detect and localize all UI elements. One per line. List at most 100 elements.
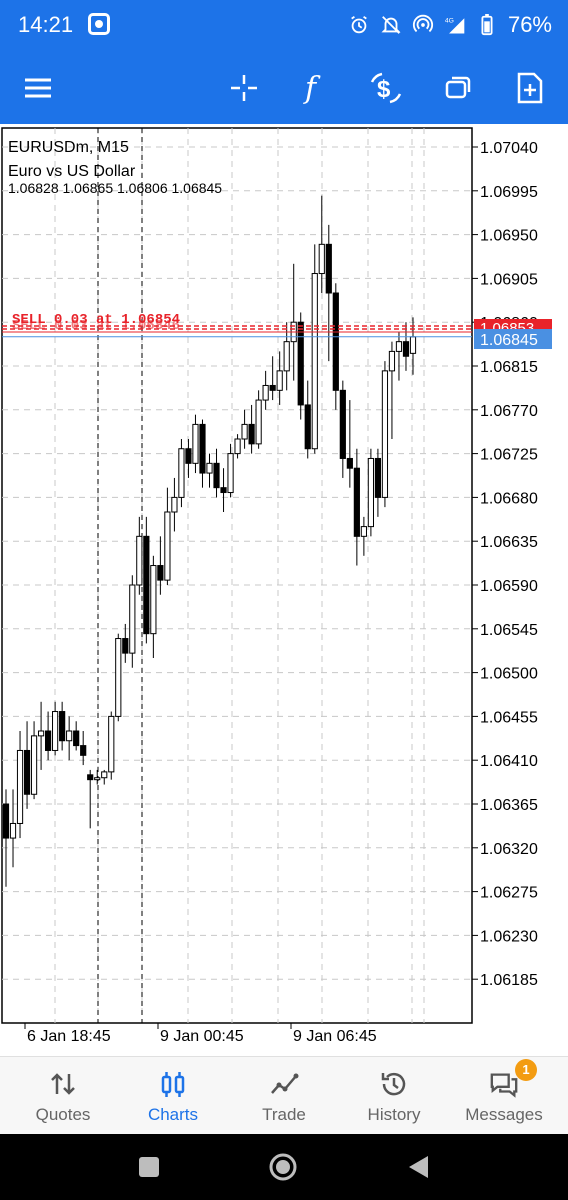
price-level-label: 1.06815: [480, 359, 538, 376]
candle: [381, 361, 389, 508]
candle: [66, 716, 73, 761]
crosshair-button[interactable]: [226, 70, 262, 106]
status-icons: 4G 76%: [348, 10, 552, 40]
price-level-label: 1.06950: [480, 228, 538, 245]
price-level-label: 1.06770: [480, 403, 538, 420]
time-label: 9 Jan 06:45: [293, 1028, 377, 1045]
price-chart[interactable]: 1.070401.069951.069501.069051.068601.068…: [0, 124, 568, 1056]
price-level-label: 1.06905: [480, 271, 538, 288]
new-chart-button[interactable]: [512, 70, 548, 106]
candle: [185, 439, 192, 478]
new-order-button[interactable]: $: [368, 70, 404, 106]
order-label-overlap[interactable]: SELL 0.03 at 1.06846: [12, 318, 180, 334]
battery-icon: [481, 14, 493, 36]
ohlc-values: 1.06828 1.06865 1.06806 1.06845: [8, 180, 222, 196]
svg-text:$: $: [377, 76, 391, 103]
candle: [94, 769, 101, 785]
function-icon: f: [303, 72, 321, 104]
status-time: 14:21: [18, 12, 74, 37]
hamburger-icon: [25, 78, 51, 98]
trade-dollar-icon: $: [370, 72, 402, 104]
crosshair-icon: [231, 75, 257, 101]
price-level-label: 1.06230: [480, 928, 538, 945]
messages-chat-icon: [490, 1073, 518, 1098]
bottom-navigation: Quotes Charts Trade History 1 Messages: [0, 1056, 568, 1134]
bid-price-label: 1.06845: [480, 332, 538, 349]
nav-charts[interactable]: Charts: [118, 1057, 228, 1135]
menu-button[interactable]: [20, 70, 56, 106]
candle: [192, 414, 199, 474]
candle: [220, 468, 227, 512]
candle: [367, 448, 374, 537]
messages-badge: 1: [515, 1059, 537, 1081]
candle: [360, 516, 367, 556]
price-level-label: 1.06545: [480, 622, 538, 639]
app-notification-icon: [88, 13, 110, 35]
price-level-label: 1.06725: [480, 447, 538, 464]
candle: [374, 448, 382, 517]
time-axis: 6 Jan 18:45 9 Jan 00:45 9 Jan 06:45: [24, 1023, 377, 1045]
nav-history[interactable]: History: [339, 1057, 449, 1135]
candle: [339, 380, 346, 478]
candle: [101, 769, 108, 785]
nav-trade[interactable]: Trade: [229, 1057, 339, 1135]
candle: [23, 721, 31, 809]
nav-messages-label: Messages: [465, 1105, 543, 1124]
status-bar: 14:21 4G 76%: [0, 0, 568, 52]
candle: [150, 555, 157, 658]
candle: [311, 244, 318, 454]
candle: [115, 633, 122, 722]
candle: [87, 769, 94, 829]
candle: [199, 419, 206, 488]
grid: [1, 127, 473, 1024]
candle: [59, 701, 66, 751]
candle: [206, 453, 213, 488]
symbol-timeframe: EURUSDm, M15: [8, 139, 129, 156]
trade-line-icon: [271, 1073, 299, 1094]
price-axis: 1.070401.069951.069501.069051.068601.068…: [472, 140, 538, 989]
candle: [248, 404, 255, 454]
chart-toolbar: f $: [0, 52, 568, 124]
candle: [45, 711, 52, 761]
nav-history-label: History: [367, 1105, 421, 1124]
price-level-label: 1.06635: [480, 534, 538, 551]
signal-icon: 4G: [445, 17, 465, 34]
nav-charts-label: Charts: [147, 1105, 199, 1124]
price-level-label: 1.06590: [480, 578, 538, 595]
candle: [346, 400, 353, 488]
candle: [262, 370, 269, 410]
indicators-button[interactable]: f: [296, 70, 332, 106]
candle: [9, 789, 17, 868]
svg-text:f: f: [303, 72, 321, 104]
home-circle-icon[interactable]: [268, 1152, 298, 1182]
battery-level: 76%: [507, 12, 552, 37]
hotspot-icon: [412, 14, 434, 33]
candle: [290, 263, 297, 381]
price-level-label: 1.06275: [480, 885, 538, 902]
price-level-label: 1.07040: [480, 140, 538, 157]
price-level-label: 1.06185: [480, 972, 538, 989]
candle: [108, 711, 115, 780]
network-type: 4G: [445, 17, 454, 24]
chart-area[interactable]: 1.070401.069951.069501.069051.068601.068…: [0, 124, 568, 1056]
candle: [353, 448, 360, 566]
time-label: 9 Jan 00:45: [160, 1028, 244, 1045]
candle: [332, 283, 339, 410]
templates-button[interactable]: [440, 70, 476, 106]
candle: [213, 448, 220, 498]
recents-square-icon[interactable]: [134, 1152, 164, 1182]
candle: [136, 516, 143, 595]
plot-frame: [1, 127, 473, 1024]
candlestick-chart-icon: [161, 1072, 185, 1097]
candle: [122, 623, 129, 663]
nav-trade-label: Trade: [262, 1105, 306, 1124]
candle: [171, 477, 178, 532]
candle: [269, 356, 276, 401]
candle: [157, 536, 164, 595]
candle: [241, 409, 248, 449]
back-triangle-icon[interactable]: [404, 1152, 434, 1182]
candle: [178, 439, 185, 508]
nav-messages[interactable]: 1 Messages: [449, 1057, 559, 1135]
nav-quotes[interactable]: Quotes: [8, 1057, 118, 1135]
price-level-label: 1.06410: [480, 753, 538, 770]
